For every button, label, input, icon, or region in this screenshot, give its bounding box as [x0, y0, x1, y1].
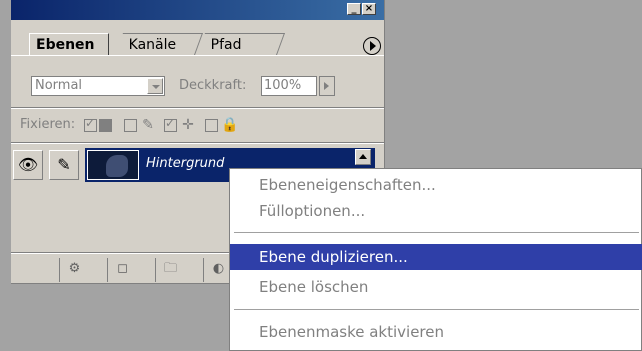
divider — [11, 107, 384, 109]
blend-mode-select[interactable]: Normal — [31, 76, 165, 96]
brush-icon[interactable]: ✎ — [49, 150, 79, 180]
menu-item-duplicate-layer[interactable]: Ebene duplizieren... — [230, 244, 642, 270]
menu-item-blending-options[interactable]: Fülloptionen... — [230, 198, 642, 224]
add-mask-button[interactable]: ◻ — [107, 258, 137, 282]
divider — [11, 142, 384, 144]
lock-icon: 🔒 — [221, 117, 239, 133]
tab-pfad-label: Pfad — [210, 37, 242, 53]
brush-icon: ✎ — [142, 117, 154, 133]
close-button[interactable]: × — [362, 3, 376, 15]
tab-divider — [11, 55, 384, 56]
layer-name: Hintergrund — [146, 156, 225, 171]
transparency-icon — [99, 119, 112, 132]
lock-image-checkbox[interactable] — [124, 119, 137, 132]
opacity-value: 100% — [264, 78, 302, 93]
tab-kanaele[interactable]: Kanäle — [114, 33, 204, 55]
eye-icon[interactable]: 👁 — [13, 150, 43, 180]
blend-mode-value: Normal — [35, 78, 83, 93]
layer-style-button[interactable]: ⚙ — [59, 258, 89, 282]
move-icon: ✛ — [182, 117, 194, 133]
new-group-button[interactable]: 🗀 — [155, 258, 185, 282]
layer-thumbnail — [87, 150, 139, 180]
menu-item-delete-layer[interactable]: Ebene löschen — [230, 274, 642, 300]
menu-divider — [234, 309, 639, 310]
palette-titlebar[interactable]: _ × — [11, 0, 384, 20]
tab-pfad[interactable]: Pfad — [196, 33, 286, 55]
scroll-up-button[interactable] — [355, 149, 371, 165]
menu-divider — [234, 232, 639, 233]
lock-label: Fixieren: — [20, 117, 76, 132]
minimize-button[interactable]: _ — [347, 3, 361, 15]
chevron-down-icon[interactable] — [147, 78, 163, 94]
lock-position-checkbox[interactable] — [164, 116, 177, 132]
menu-item-enable-layer-mask[interactable]: Ebenenmaske aktivieren — [230, 319, 642, 345]
opacity-label: Deckkraft: — [179, 78, 247, 93]
lock-transparency-checkbox[interactable] — [84, 116, 97, 132]
tab-ebenen[interactable]: Ebenen — [29, 33, 109, 55]
context-menu: Ebeneneigenschaften... Fülloptionen... E… — [229, 168, 642, 351]
opacity-slider-button[interactable] — [319, 76, 335, 96]
tab-kanaele-label: Kanäle — [128, 37, 177, 53]
menu-item-layer-properties[interactable]: Ebeneneigenschaften... — [230, 172, 642, 198]
palette-menu-button[interactable] — [363, 37, 381, 55]
opacity-input[interactable]: 100% — [261, 76, 317, 96]
lock-all-checkbox[interactable] — [205, 119, 218, 132]
